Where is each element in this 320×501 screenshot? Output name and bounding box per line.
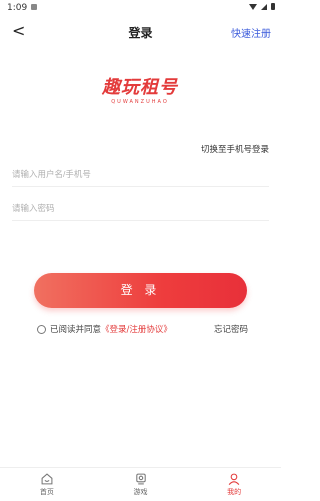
status-icons — [249, 3, 275, 10]
nav-label-mine: 我的 — [227, 488, 242, 496]
home-icon — [41, 473, 53, 485]
agreement-radio[interactable] — [37, 324, 46, 334]
nav-item-home[interactable]: 首页 — [0, 468, 94, 501]
agreement-link[interactable]: 《登录/注册协议》 — [101, 323, 172, 335]
nav-label-game: 游戏 — [133, 488, 148, 496]
notification-icon — [31, 4, 37, 10]
password-field — [12, 196, 269, 221]
nav-item-game[interactable]: 游戏 — [94, 468, 188, 501]
signal-icon — [261, 3, 267, 10]
app-logo: 趣玩租号 QUWANZUHAO — [100, 73, 180, 105]
game-icon — [135, 473, 146, 485]
agreement-row: 已阅读并同意 《登录/注册协议》 — [37, 323, 172, 335]
username-field — [12, 162, 269, 187]
logo-subtitle: QUWANZUHAO — [111, 99, 169, 105]
logo-title: 趣玩租号 — [102, 77, 178, 98]
login-button[interactable]: 登 录 — [34, 273, 247, 308]
wifi-icon — [249, 3, 257, 10]
username-input[interactable] — [12, 163, 269, 185]
bottom-nav: 首页 游戏 我的 — [0, 467, 281, 501]
forgot-password-link[interactable]: 忘记密码 — [214, 323, 248, 335]
status-bar: 1:09 — [0, 0, 281, 16]
agreement-text: 已阅读并同意 — [50, 325, 102, 335]
status-time: 1:09 — [7, 3, 28, 13]
battery-icon — [271, 3, 275, 10]
nav-item-mine[interactable]: 我的 — [187, 468, 281, 501]
switch-phone-login-link[interactable]: 切换至手机号登录 — [201, 143, 269, 155]
quick-register-link[interactable]: 快速注册 — [231, 25, 271, 40]
password-input[interactable] — [12, 197, 269, 219]
user-icon — [228, 473, 240, 485]
header: < 登录 快速注册 — [0, 18, 281, 46]
nav-label-home: 首页 — [39, 488, 54, 496]
